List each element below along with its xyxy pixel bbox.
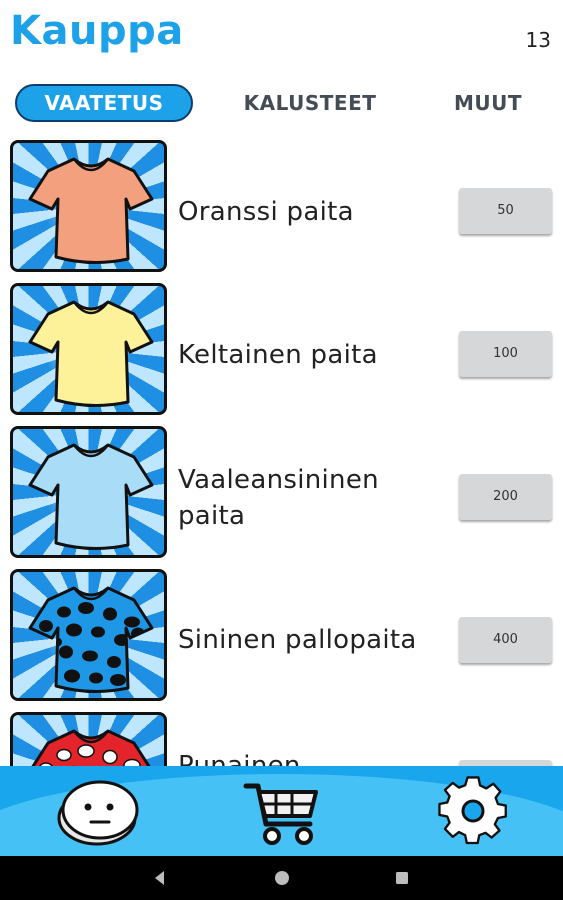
page-title: Kauppa — [10, 8, 184, 54]
tab-furniture[interactable]: KALUSTEET — [230, 84, 390, 122]
item-thumbnail[interactable] — [10, 283, 167, 415]
coin-count: 13 — [525, 28, 551, 52]
item-thumbnail[interactable] — [10, 712, 167, 766]
item-name: Punainen — [178, 751, 301, 766]
item-name: Sininen pallopaita — [178, 625, 417, 655]
bottom-nav-bar — [0, 766, 563, 856]
item-name: Vaaleansininen paita — [178, 465, 379, 531]
item-thumbnail[interactable] — [10, 569, 167, 701]
shirt-icon — [28, 586, 154, 694]
back-icon[interactable] — [150, 868, 170, 888]
shopping-cart-icon — [243, 783, 318, 845]
profile-button[interactable] — [55, 772, 145, 852]
recent-apps-icon[interactable] — [392, 868, 412, 888]
list-item: Keltainen paita 100 — [0, 283, 563, 415]
buy-button[interactable]: 400 — [459, 617, 552, 663]
tab-clothing[interactable]: VAATETUS — [15, 84, 193, 122]
list-item: Vaaleansininen paita 200 — [0, 426, 563, 558]
buy-button[interactable]: 50 — [459, 188, 552, 234]
item-thumbnail[interactable] — [10, 426, 167, 558]
shop-button[interactable] — [236, 772, 326, 852]
settings-button[interactable] — [428, 772, 518, 852]
tab-other[interactable]: MUUT — [440, 84, 536, 122]
item-name: Keltainen paita — [178, 340, 378, 370]
item-name: Oranssi paita — [178, 197, 354, 227]
item-thumbnail[interactable] — [10, 140, 167, 272]
list-item: Oranssi paita 50 — [0, 140, 563, 272]
list-item: Sininen pallopaita 400 — [0, 569, 563, 701]
shirt-icon — [28, 157, 154, 265]
shirt-icon — [28, 300, 154, 408]
shirt-icon — [31, 729, 151, 766]
face-icon — [57, 780, 139, 846]
system-nav-bar — [0, 856, 563, 900]
home-icon[interactable] — [272, 868, 292, 888]
list-item: Punainen — [0, 712, 563, 766]
buy-button[interactable]: 200 — [459, 474, 552, 520]
app-header: Kauppa 13 — [0, 0, 563, 75]
category-tabs: VAATETUS KALUSTEET MUUT — [0, 84, 563, 124]
buy-button[interactable]: 100 — [459, 331, 552, 377]
item-list: Oranssi paita 50 Keltainen paita 100 Vaa… — [0, 140, 563, 766]
gear-icon — [438, 776, 507, 845]
shirt-icon — [28, 443, 154, 551]
